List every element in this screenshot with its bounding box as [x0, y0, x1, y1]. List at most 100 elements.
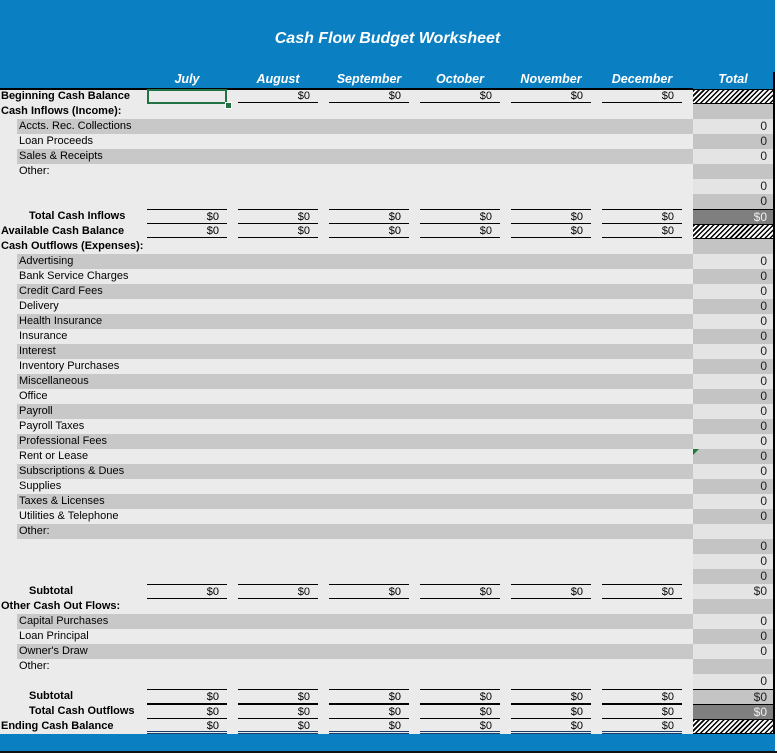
cell-november[interactable]: $0 — [511, 704, 591, 719]
cell-december[interactable]: $0 — [602, 89, 682, 103]
row-label: Accts. Rec. Collections — [19, 120, 132, 132]
cell-august[interactable]: $0 — [238, 584, 318, 599]
total-cell[interactable]: 0 — [693, 374, 773, 389]
row-label: Other Cash Out Flows: — [1, 600, 121, 612]
cell-september[interactable]: $0 — [329, 704, 409, 719]
cell-september[interactable]: $0 — [329, 689, 409, 704]
cell-november[interactable]: $0 — [511, 224, 591, 238]
total-cell[interactable]: 0 — [693, 194, 773, 209]
cell-december[interactable]: $0 — [602, 719, 682, 734]
cell-november[interactable]: $0 — [511, 719, 591, 734]
total-cell[interactable]: 0 — [693, 479, 773, 494]
cell-november[interactable]: $0 — [511, 209, 591, 224]
total-cell[interactable]: 0 — [693, 179, 773, 194]
cell-september[interactable]: $0 — [329, 584, 409, 599]
table-row: Cash Inflows (Income): — [0, 104, 777, 119]
total-cell[interactable]: 0 — [693, 344, 773, 359]
table-row: Other Cash Out Flows: — [0, 599, 777, 614]
total-cell[interactable]: 0 — [693, 554, 773, 569]
total-cell[interactable]: 0 — [693, 314, 773, 329]
table-row: 0 — [0, 539, 777, 554]
total-cell[interactable]: 0 — [693, 359, 773, 374]
row-band — [17, 644, 693, 659]
cell-july[interactable]: $0 — [147, 719, 227, 734]
cell-december[interactable]: $0 — [602, 584, 682, 599]
cell-december[interactable]: $0 — [602, 224, 682, 238]
total-cell[interactable] — [693, 104, 773, 119]
cell-october[interactable]: $0 — [420, 209, 500, 224]
table-row: Ending Cash Balance $0 $0 $0 $0 $0 $0 — [0, 719, 777, 734]
total-cell[interactable]: 0 — [693, 464, 773, 479]
cell-november[interactable]: $0 — [511, 689, 591, 704]
cell-july[interactable]: $0 — [147, 584, 227, 599]
cell-december[interactable]: $0 — [602, 209, 682, 224]
cell-july[interactable]: $0 — [147, 209, 227, 224]
total-cell[interactable]: 0 — [693, 299, 773, 314]
cell-october[interactable]: $0 — [420, 689, 500, 704]
total-cell[interactable]: 0 — [693, 539, 773, 554]
total-cell[interactable]: 0 — [693, 569, 773, 584]
selected-cell[interactable] — [147, 89, 227, 104]
total-cell[interactable] — [693, 719, 773, 734]
cell-august[interactable]: $0 — [238, 704, 318, 719]
total-cell[interactable]: 0 — [693, 644, 773, 659]
total-cell[interactable] — [693, 239, 773, 254]
cell-october[interactable]: $0 — [420, 704, 500, 719]
cell-july[interactable]: $0 — [147, 224, 227, 238]
cell-august[interactable]: $0 — [238, 719, 318, 734]
table-row: 0 — [0, 194, 777, 209]
cell-october[interactable]: $0 — [420, 719, 500, 734]
cell-september[interactable]: $0 — [329, 209, 409, 224]
table-row: Taxes & Licenses 0 — [0, 494, 777, 509]
fill-handle[interactable] — [225, 102, 232, 109]
total-cell[interactable] — [693, 89, 773, 104]
table-row: Subtotal $0 $0 $0 $0 $0 $0 $0 — [0, 689, 777, 704]
total-cell[interactable]: 0 — [693, 284, 773, 299]
cell-december[interactable]: $0 — [602, 704, 682, 719]
total-cell[interactable]: 0 — [693, 269, 773, 284]
total-cell[interactable]: 0 — [693, 149, 773, 164]
total-cell[interactable] — [693, 164, 773, 179]
cell-july[interactable]: $0 — [147, 689, 227, 704]
total-cell[interactable]: $0 — [693, 584, 773, 599]
total-cell[interactable] — [693, 524, 773, 539]
total-cell[interactable] — [693, 599, 773, 614]
total-cell[interactable] — [693, 659, 773, 674]
cell-september[interactable]: $0 — [329, 719, 409, 734]
cell-august[interactable]: $0 — [238, 209, 318, 224]
total-cell[interactable]: $0 — [693, 704, 773, 719]
total-cell[interactable]: 0 — [693, 254, 773, 269]
cell-september[interactable]: $0 — [329, 89, 409, 103]
total-cell[interactable]: 0 — [693, 449, 773, 464]
total-cell[interactable]: $0 — [693, 689, 773, 704]
total-cell[interactable]: 0 — [693, 509, 773, 524]
total-cell[interactable]: 0 — [693, 674, 773, 689]
error-indicator-icon[interactable] — [693, 449, 699, 455]
cell-november[interactable]: $0 — [511, 584, 591, 599]
cell-october[interactable]: $0 — [420, 584, 500, 599]
cell-december[interactable]: $0 — [602, 689, 682, 704]
table-row: Payroll Taxes 0 — [0, 419, 777, 434]
cell-august[interactable]: $0 — [238, 689, 318, 704]
row-band — [17, 614, 693, 629]
row-label: Inventory Purchases — [19, 360, 120, 372]
total-cell[interactable]: 0 — [693, 119, 773, 134]
cell-september[interactable]: $0 — [329, 224, 409, 238]
total-cell[interactable]: $0 — [693, 209, 773, 224]
total-cell[interactable] — [693, 224, 773, 239]
total-cell[interactable]: 0 — [693, 404, 773, 419]
cell-july[interactable]: $0 — [147, 704, 227, 719]
cell-october[interactable]: $0 — [420, 89, 500, 103]
cell-october[interactable]: $0 — [420, 224, 500, 238]
total-cell[interactable]: 0 — [693, 434, 773, 449]
total-cell[interactable]: 0 — [693, 494, 773, 509]
total-cell[interactable]: 0 — [693, 419, 773, 434]
total-cell[interactable]: 0 — [693, 329, 773, 344]
total-cell[interactable]: 0 — [693, 134, 773, 149]
cell-november[interactable]: $0 — [511, 89, 591, 103]
total-cell[interactable]: 0 — [693, 614, 773, 629]
total-cell[interactable]: 0 — [693, 629, 773, 644]
total-cell[interactable]: 0 — [693, 389, 773, 404]
cell-august[interactable]: $0 — [238, 89, 318, 103]
cell-august[interactable]: $0 — [238, 224, 318, 238]
